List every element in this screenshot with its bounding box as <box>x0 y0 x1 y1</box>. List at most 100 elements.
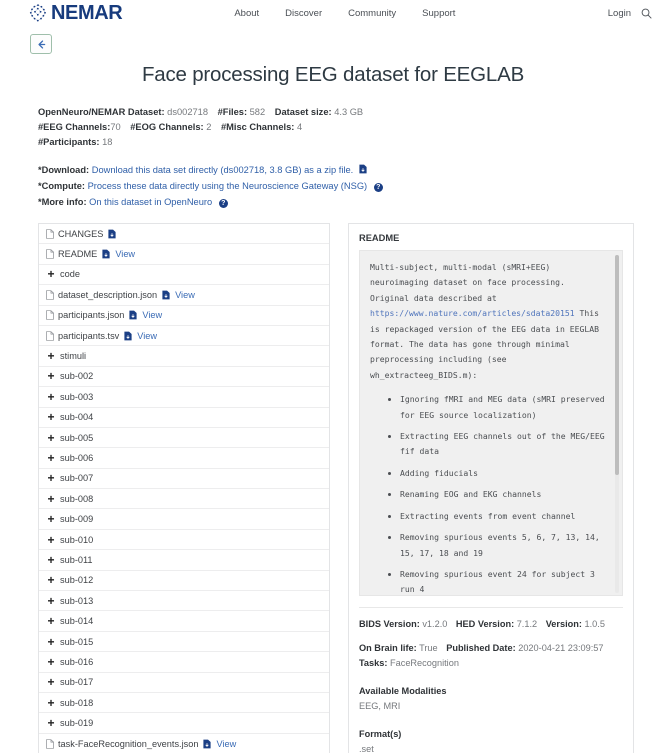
expand-folder-icon[interactable]: + <box>46 615 56 627</box>
nav-right-group: Login <box>608 8 652 19</box>
participants-label: #Participants: <box>38 137 100 147</box>
brainlife-value: True <box>419 643 438 653</box>
expand-folder-icon[interactable]: + <box>46 697 56 709</box>
readme-scroll-box[interactable]: Multi-subject, multi-modal (sMRI+EEG) ne… <box>359 250 623 596</box>
expand-folder-icon[interactable]: + <box>46 656 56 668</box>
nav-item-about[interactable]: About <box>234 8 259 19</box>
expand-folder-icon[interactable]: + <box>46 574 56 586</box>
back-button[interactable] <box>30 34 52 54</box>
publication-metadata: On Brain life: True Published Date: 2020… <box>359 641 623 671</box>
file-tree-row[interactable]: + sub-014 <box>39 611 329 632</box>
file-tree-row[interactable]: + sub-009 <box>39 509 329 530</box>
file-tree-row[interactable]: participants.tsv View <box>39 326 329 347</box>
expand-folder-icon[interactable]: + <box>46 432 56 444</box>
expand-folder-icon[interactable]: + <box>46 493 56 505</box>
file-name: README <box>58 249 98 260</box>
file-name: sub-009 <box>60 514 94 525</box>
file-tree-row[interactable]: + sub-010 <box>39 530 329 551</box>
expand-folder-icon[interactable]: + <box>46 472 56 484</box>
file-tree-panel: CHANGES README View + code dataset_descriptio… <box>38 223 330 753</box>
readme-scrollbar[interactable] <box>615 255 619 593</box>
metadata-line-1: OpenNeuro/NEMAR Dataset: ds002718 #Files… <box>38 105 666 120</box>
expand-folder-icon[interactable]: + <box>46 370 56 382</box>
expand-folder-icon[interactable]: + <box>46 268 56 280</box>
download-file-icon[interactable] <box>102 249 110 259</box>
expand-folder-icon[interactable]: + <box>46 595 56 607</box>
eeg-channels-label: #EEG Channels: <box>38 122 111 132</box>
file-name: sub-003 <box>60 391 94 402</box>
dataset-metadata: OpenNeuro/NEMAR Dataset: ds002718 #Files… <box>38 105 666 150</box>
file-tree-row[interactable]: + sub-016 <box>39 652 329 673</box>
file-tree-row[interactable]: + code <box>39 265 329 286</box>
download-file-icon[interactable] <box>203 739 212 749</box>
file-tree-row[interactable]: CHANGES <box>39 224 329 245</box>
file-tree-row[interactable]: + sub-003 <box>39 387 329 408</box>
readme-scrollbar-thumb[interactable] <box>615 255 619 475</box>
eeg-channels-value: 70 <box>110 122 121 132</box>
file-name: sub-012 <box>60 575 94 586</box>
help-circle-icon-compute[interactable]: ? <box>373 183 383 192</box>
more-info-link[interactable]: On this dataset in OpenNeuro <box>89 197 212 207</box>
view-link[interactable]: View <box>142 310 162 320</box>
file-tree-row[interactable]: dataset_description.json View <box>39 285 329 306</box>
expand-folder-icon[interactable]: + <box>46 554 56 566</box>
nav-item-discover[interactable]: Discover <box>285 8 322 19</box>
view-link[interactable]: View <box>175 290 195 300</box>
file-icon <box>46 739 54 749</box>
expand-folder-icon[interactable]: + <box>46 452 56 464</box>
download-file-icon[interactable] <box>162 290 170 300</box>
file-tree-row[interactable]: + sub-012 <box>39 571 329 592</box>
nav-links: About Discover Community Support <box>234 8 455 19</box>
view-link[interactable]: View <box>115 249 135 259</box>
download-file-icon[interactable] <box>129 310 137 320</box>
view-link[interactable]: View <box>137 331 157 341</box>
view-link[interactable]: View <box>216 739 236 749</box>
expand-folder-icon[interactable]: + <box>46 350 56 362</box>
help-circle-icon-more-info[interactable]: ? <box>218 199 228 208</box>
nav-item-community[interactable]: Community <box>348 8 396 19</box>
version-value: 1.0.5 <box>584 619 605 629</box>
eog-channels-label: #EOG Channels: <box>130 122 204 132</box>
file-name: CHANGES <box>58 228 104 239</box>
file-tree-row[interactable]: + sub-004 <box>39 408 329 428</box>
brand-logo[interactable]: NEMAR <box>28 3 123 23</box>
file-tree-row[interactable]: + sub-006 <box>39 448 329 469</box>
file-tree-row[interactable]: participants.json View <box>39 306 329 326</box>
available-modalities-label: Available Modalities <box>359 686 447 696</box>
download-link[interactable]: Download this data set directly (ds00271… <box>92 165 353 175</box>
file-tree-row[interactable]: task-FaceRecognition_events.json View <box>39 734 329 753</box>
expand-folder-icon[interactable]: + <box>46 391 56 403</box>
download-file-icon[interactable] <box>108 229 117 239</box>
download-file-icon[interactable] <box>359 164 367 174</box>
files-value: 582 <box>249 107 266 117</box>
expand-folder-icon[interactable]: + <box>46 676 56 688</box>
login-link[interactable]: Login <box>608 8 631 19</box>
readme-source-link[interactable]: https://www.nature.com/articles/sdata201… <box>370 308 575 318</box>
download-file-icon[interactable] <box>124 331 132 341</box>
readme-bullet-item: Renaming EOG and EKG channels <box>400 487 606 502</box>
file-tree-row[interactable]: + sub-007 <box>39 469 329 490</box>
published-date-label: Published Date: <box>446 643 516 653</box>
file-tree-row[interactable]: + sub-005 <box>39 428 329 449</box>
file-tree-row[interactable]: + sub-002 <box>39 367 329 388</box>
file-tree-row[interactable]: + sub-017 <box>39 673 329 693</box>
search-icon[interactable] <box>641 8 652 19</box>
misc-channels-value: 4 <box>296 122 303 132</box>
file-tree-row[interactable]: + sub-015 <box>39 632 329 653</box>
file-tree-row[interactable]: + sub-019 <box>39 713 329 734</box>
expand-folder-icon[interactable]: + <box>46 411 56 423</box>
nav-item-support[interactable]: Support <box>422 8 455 19</box>
file-tree-row[interactable]: + sub-013 <box>39 591 329 612</box>
file-tree-row[interactable]: README View <box>39 244 329 265</box>
compute-row: *Compute: Process these data directly us… <box>38 178 666 194</box>
expand-folder-icon[interactable]: + <box>46 534 56 546</box>
file-tree-row[interactable]: + stimuli <box>39 346 329 367</box>
readme-bullet-item: Ignoring fMRI and MEG data (sMRI preserv… <box>400 392 606 423</box>
file-tree-row[interactable]: + sub-018 <box>39 693 329 714</box>
expand-folder-icon[interactable]: + <box>46 636 56 648</box>
expand-folder-icon[interactable]: + <box>46 717 56 729</box>
file-tree-row[interactable]: + sub-008 <box>39 489 329 510</box>
expand-folder-icon[interactable]: + <box>46 513 56 525</box>
file-tree-row[interactable]: + sub-011 <box>39 550 329 571</box>
compute-link[interactable]: Process these data directly using the Ne… <box>88 181 368 191</box>
